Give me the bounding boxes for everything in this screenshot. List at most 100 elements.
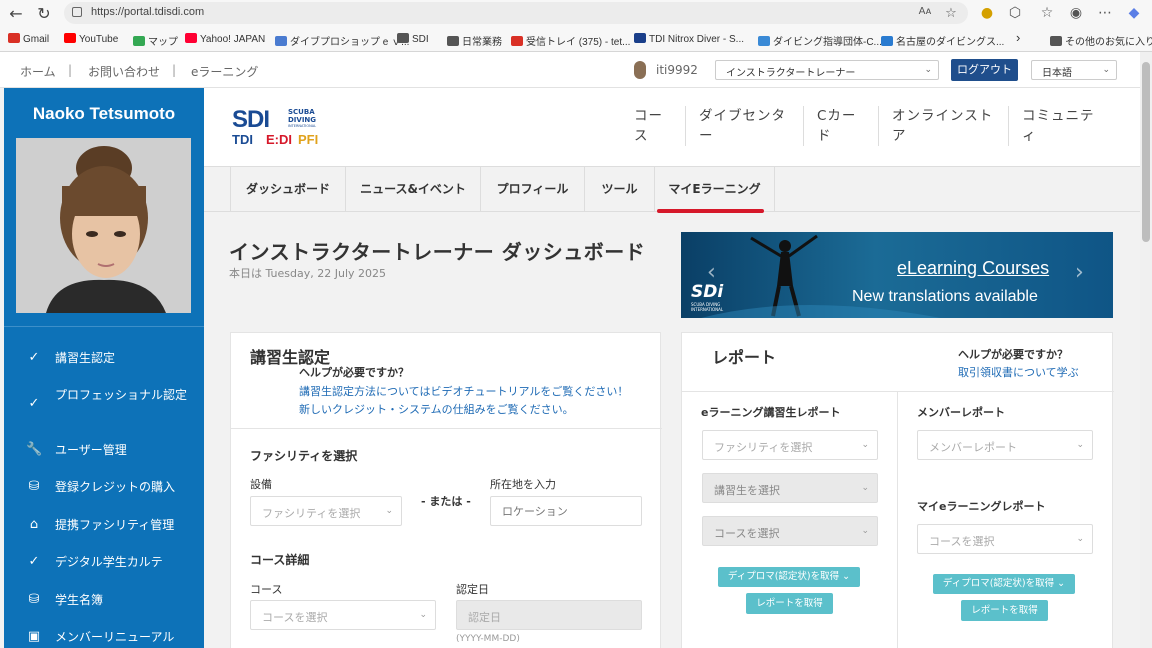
language-value: 日本語 [1042,68,1072,79]
my-el-diploma-button[interactable]: ディプロマ(認定状)を取得 ⌄ [933,574,1075,594]
profile-photo [16,138,191,313]
my-el-course-placeholder: コースを選択 [929,535,995,548]
cert-date-label: 認定日 [456,583,489,596]
bookmark-item[interactable]: マップ [133,33,178,48]
column-divider [897,391,898,648]
cert-help-title: ヘルプが必要ですか？ [299,366,409,379]
el-report-button[interactable]: レポートを取得 [746,593,833,614]
location-input[interactable] [490,496,642,526]
site-header: SDI SCUBA DIVING INTERNATIONAL TDI E:DI … [204,88,1140,166]
favorites-icon[interactable]: ☆ [1037,3,1057,23]
tab-item[interactable]: ニュース&イベント [346,167,481,211]
bookmark-item[interactable]: 日常業務 [447,33,502,48]
bookmark-label: その他のお気に入り [1065,37,1152,48]
bookmarks-bar: Gmail YouTube マップ Yahoo! JAPAN ダイブプロショップ e ｖ… [0,29,1152,51]
page-scrollbar[interactable] [1140,52,1152,648]
bookmark-item[interactable]: YouTube [64,33,118,45]
logo-international: INTERNATIONAL [288,124,317,128]
topnav-item[interactable]: コー ス [634,106,672,146]
banner-next-icon[interactable]: › [1075,260,1084,285]
back-icon[interactable]: ← [5,3,27,25]
logo-pfi: PFI [298,132,319,147]
receipt-help-link[interactable]: 取引領収書について学ぶ [958,364,1079,380]
el-student-placeholder: 講習生を選択 [714,484,780,497]
facility-select[interactable]: ファシリティを選択 ⌄ [250,496,402,526]
my-el-course-select[interactable]: コースを選択 ⌄ [917,524,1093,554]
bookmark-favicon-icon [881,36,893,46]
credit-system-link[interactable]: 新しいクレジット・システムの仕組みをご覧ください。 [299,401,574,417]
chevron-down-icon: ⌄ [861,483,869,493]
member-report-placeholder: メンバーレポート [929,441,1017,454]
topnav-item[interactable]: コミュニテ ィ [1022,106,1096,146]
cert-video-link[interactable]: 講習生認定方法についてはビデオチュートリアルをご覧ください！ [299,383,628,399]
contact-link[interactable]: お問い合わせ [88,63,160,80]
tdisdi-logo[interactable]: SDI SCUBA DIVING INTERNATIONAL TDI E:DI … [232,106,332,150]
bookmark-favicon-icon [8,33,20,43]
coins-icon: ⛁ [28,592,40,607]
or-label: - または - [421,495,471,508]
address-bar[interactable]: https://portal.tdisdi.com Aᴀ ☆ [64,2,968,24]
elearning-link[interactable]: eラーニング [191,63,258,80]
bookmark-item[interactable]: SDI [397,33,429,45]
cert-date-input[interactable]: 認定日 [456,600,642,630]
reload-icon[interactable]: ↻ [33,3,55,25]
bookmark-favicon-icon [758,36,770,46]
tab-item[interactable]: ダッシュボード [230,167,346,211]
bookmark-favicon-icon [64,33,76,43]
bookmark-favicon-icon [511,36,523,46]
bookmark-favicon-icon [185,33,197,43]
bookmark-label: マップ [148,37,178,48]
elearning-report-heading: eラーニング講習生レポート [701,406,841,419]
cert-date-placeholder: 認定日 [468,611,501,624]
logo-tdi: TDI [232,132,253,147]
bookmark-item[interactable]: その他のお気に入り [1050,33,1152,48]
course-select[interactable]: コースを選択 ⌄ [250,600,436,630]
page-title: インストラクタートレーナー ダッシュボード [229,240,646,264]
course-label: コース [250,583,283,596]
sidebar-divider [4,326,204,327]
topnav-item[interactable]: Cカー ド [817,106,867,146]
el-course-select[interactable]: コースを選択 ⌄ [702,516,878,546]
course-placeholder: コースを選択 [262,611,328,624]
el-diploma-button[interactable]: ディプロマ(認定状)を取得 ⌄ [718,567,860,587]
more-icon[interactable]: ⋯ [1095,3,1115,23]
el-facility-select[interactable]: ファシリティを選択 ⌄ [702,430,878,460]
bookmark-item[interactable]: Gmail [8,33,49,45]
bookmark-item[interactable]: TDI Nitrox Diver - S... [634,33,744,45]
banner-prev-icon[interactable]: ‹ [707,260,716,285]
scrollbar-thumb[interactable] [1142,62,1150,242]
extension-icon[interactable]: ● [977,3,997,23]
elearning-banner[interactable]: SDi SCUBA DIVING INTERNATIONAL eLearning… [681,232,1113,318]
el-student-select[interactable]: 講習生を選択 ⌄ [702,473,878,503]
logout-button[interactable]: ログアウト [951,59,1018,81]
tab-item[interactable]: ツール [585,167,655,211]
tab-item[interactable]: マイEラーニング [655,167,775,213]
topnav-item[interactable]: ダイブセンタ ー [699,106,791,146]
favorite-star-icon[interactable]: ☆ [942,6,960,21]
profile-icon[interactable]: ◉ [1066,3,1086,23]
copilot-icon[interactable]: ◆ [1124,3,1144,23]
read-aloud-icon[interactable]: Aᴀ [916,6,934,17]
student-cert-card: 講習生認定 ヘルプが必要ですか？ 講習生認定方法についてはビデオチュートリアルを… [230,332,662,648]
member-report-select[interactable]: メンバーレポート ⌄ [917,430,1093,460]
separator: | [68,63,73,77]
extensions-puzzle-icon[interactable]: ⬡ [1005,3,1025,23]
bookmark-item[interactable]: 名古屋のダイビングス... [881,33,1004,48]
bookmark-item[interactable]: ダイブプロショップ e ｖ... [275,33,409,48]
my-el-report-button[interactable]: レポートを取得 [961,600,1048,621]
tab-item[interactable]: プロフィール [481,167,585,211]
bookmarks-overflow-icon[interactable]: › [1016,30,1020,45]
language-select[interactable]: 日本語 ⌄ [1031,60,1117,80]
bookmark-item[interactable]: 受信トレイ (375) - tet... [511,33,630,48]
bookmark-item[interactable]: ダイビング指導団体-C... [758,33,882,48]
home-link[interactable]: ホーム [20,63,56,80]
bookmark-label: Yahoo! JAPAN [200,34,266,45]
role-select[interactable]: インストラクタートレーナー ⌄ [715,60,939,80]
chevron-down-icon: ⌄ [1076,534,1084,544]
dashboard-tabs: ダッシュボード ニュース&イベント プロフィール ツール マイEラーニング [204,166,1140,213]
bookmark-label: 日常業務 [462,37,502,48]
course-heading: コース詳細 [250,553,310,567]
today-date: 本日は Tuesday, 22 July 2025 [229,267,387,280]
bookmark-item[interactable]: Yahoo! JAPAN [185,33,265,45]
topnav-item[interactable]: オンラインスト ア [892,106,994,146]
